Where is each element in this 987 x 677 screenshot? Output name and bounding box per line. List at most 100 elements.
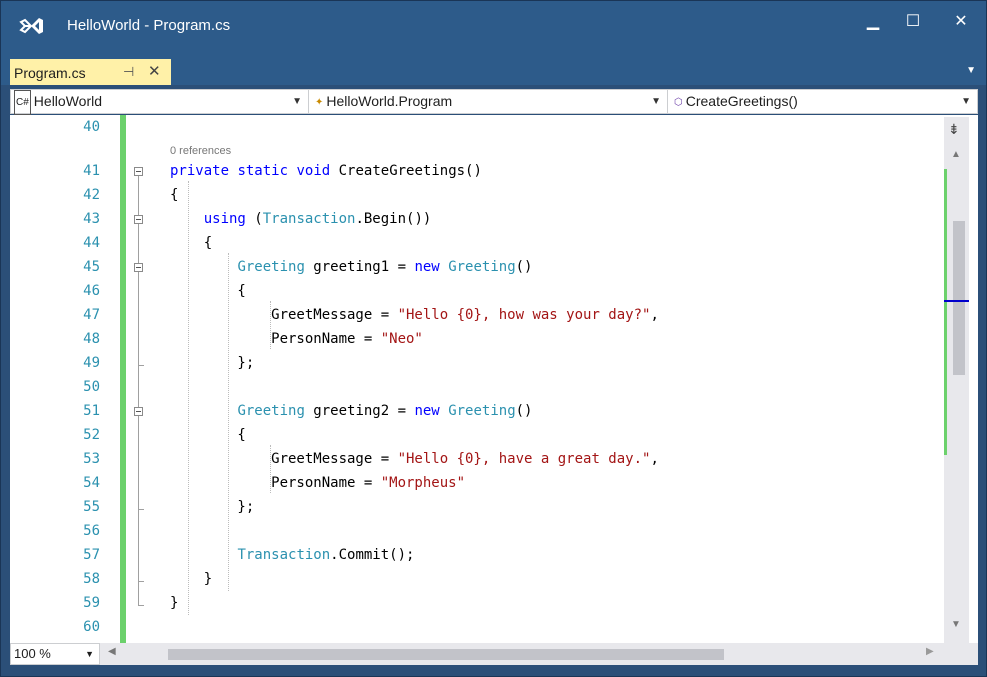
class-dropdown[interactable]: ✦ HelloWorld.Program ▼ — [311, 90, 668, 113]
project-dropdown[interactable]: C# HelloWorld ▼ — [11, 90, 309, 115]
code-token: Transaction — [237, 547, 331, 563]
code-token: Greeting — [237, 403, 305, 419]
code-token: () — [515, 403, 533, 419]
code-token: CreateGreetings() — [330, 163, 482, 179]
csharp-project-icon: C# — [14, 90, 31, 115]
code-line[interactable]: } — [170, 571, 212, 587]
code-token: static — [237, 163, 289, 179]
zoom-level: 100 % — [14, 646, 51, 661]
code-token: { — [170, 187, 179, 203]
scroll-down-icon[interactable]: ▼ — [951, 619, 961, 630]
line-number: 57 — [83, 547, 100, 563]
zoom-dropdown[interactable]: 100 % ▼ — [10, 643, 100, 665]
code-line[interactable]: { — [170, 235, 212, 251]
code-token: "Morpheus" — [380, 475, 466, 491]
collapse-icon[interactable] — [134, 407, 143, 416]
close-icon: ✕ — [954, 13, 968, 30]
title-bar[interactable]: HelloWorld - Program.cs ▁ ☐ ✕ — [1, 1, 986, 53]
collapse-icon[interactable] — [134, 215, 143, 224]
code-token: .Commit(); — [330, 547, 415, 563]
code-editor[interactable]: 0 references 40 41 42 43 44 45 46 47 48 49 50 51 52 5… — [10, 115, 978, 643]
outline-end — [138, 581, 144, 582]
line-number: 43 — [83, 211, 100, 227]
code-line[interactable]: } — [170, 595, 178, 611]
ide-window: HelloWorld - Program.cs ▁ ☐ ✕ Program.cs… — [0, 0, 987, 677]
scroll-right-icon[interactable]: ▶ — [926, 646, 934, 657]
code-line[interactable]: { — [170, 427, 245, 443]
tab-overflow-icon[interactable]: ▼ — [966, 65, 976, 76]
indent-guide — [228, 253, 229, 591]
code-token: "Hello {0}, how was your day?" — [397, 307, 651, 323]
code-token: PersonName = — [170, 331, 381, 347]
split-window-icon[interactable]: ⇟ — [948, 121, 960, 138]
maximize-button[interactable]: ☐ — [893, 7, 933, 37]
line-number: 50 — [83, 379, 100, 395]
code-token: greeting2 = — [304, 403, 415, 419]
code-token: , — [650, 451, 659, 467]
editor-bottom-bar: 100 % ▼ ◀ ▶ — [10, 643, 978, 665]
code-line[interactable]: }; — [170, 499, 254, 515]
codelens-references[interactable]: 0 references — [170, 145, 231, 157]
code-line[interactable]: private static void CreateGreetings() — [170, 163, 482, 179]
pin-icon[interactable]: ⊣ — [123, 64, 134, 80]
collapse-icon[interactable] — [134, 167, 143, 176]
code-token: .Begin()) — [355, 211, 432, 227]
class-name: HelloWorld.Program — [326, 93, 453, 109]
code-token: , — [650, 307, 659, 323]
code-token: new — [414, 259, 440, 275]
chevron-down-icon: ▼ — [651, 96, 661, 107]
code-line[interactable]: Greeting greeting2 = new Greeting() — [170, 403, 532, 419]
collapse-icon[interactable] — [134, 263, 143, 272]
caret-position-marker — [944, 300, 969, 302]
maximize-icon: ☐ — [905, 13, 921, 30]
code-token: new — [414, 403, 440, 419]
outline-line — [138, 272, 139, 365]
scrollbar-change-marker — [944, 169, 947, 455]
line-number: 51 — [83, 403, 100, 419]
horizontal-scroll-thumb[interactable] — [168, 649, 724, 660]
code-line[interactable]: GreetMessage = "Hello {0}, have a great … — [170, 451, 659, 467]
code-token: ( — [245, 211, 263, 227]
code-line[interactable]: Transaction.Commit(); — [170, 547, 414, 563]
code-line[interactable]: PersonName = "Morpheus" — [170, 475, 465, 491]
vertical-scroll-thumb[interactable] — [953, 221, 965, 375]
code-line[interactable]: GreetMessage = "Hello {0}, how was your … — [170, 307, 659, 323]
close-button[interactable]: ✕ — [941, 7, 981, 37]
code-token: GreetMessage = — [170, 451, 398, 467]
line-number: 59 — [83, 595, 100, 611]
line-number: 49 — [83, 355, 100, 371]
line-number: 40 — [83, 119, 100, 135]
chevron-down-icon: ▼ — [85, 649, 94, 659]
tab-close-icon[interactable]: ✕ — [148, 62, 161, 80]
code-line[interactable]: PersonName = "Neo" — [170, 331, 423, 347]
scroll-up-icon[interactable]: ▲ — [951, 149, 961, 160]
line-number: 58 — [83, 571, 100, 587]
line-number: 53 — [83, 451, 100, 467]
tab-program-cs[interactable]: Program.cs ⊣ ✕ — [10, 59, 171, 85]
chevron-down-icon: ▼ — [292, 96, 302, 107]
code-token: void — [296, 163, 331, 179]
line-number: 48 — [83, 331, 100, 347]
outline-end — [138, 605, 144, 606]
code-line[interactable]: }; — [170, 355, 254, 371]
navigation-bar: C# HelloWorld ▼ ✦ HelloWorld.Program ▼ ⬡ Cr… — [10, 89, 978, 115]
code-token: "Neo" — [380, 331, 423, 347]
line-number: 60 — [83, 619, 100, 635]
code-line[interactable]: { — [170, 283, 246, 299]
code-line[interactable]: Greeting greeting1 = new Greeting() — [170, 259, 532, 275]
code-line[interactable]: { — [170, 187, 178, 203]
scroll-left-icon[interactable]: ◀ — [108, 646, 116, 657]
code-token: } — [170, 571, 213, 587]
code-token: { — [170, 283, 246, 299]
outline-end — [138, 365, 144, 366]
code-line[interactable]: using (Transaction.Begin()) — [170, 211, 432, 227]
member-dropdown[interactable]: ⬡ CreateGreetings() ▼ — [670, 90, 977, 113]
vertical-scrollbar[interactable]: ⇟ ▲ ▼ — [944, 117, 969, 643]
code-token: () — [515, 259, 533, 275]
line-number: 55 — [83, 499, 100, 515]
line-number: 56 — [83, 523, 100, 539]
window-title: HelloWorld - Program.cs — [67, 17, 231, 34]
minimize-button[interactable]: ▁ — [853, 7, 893, 37]
